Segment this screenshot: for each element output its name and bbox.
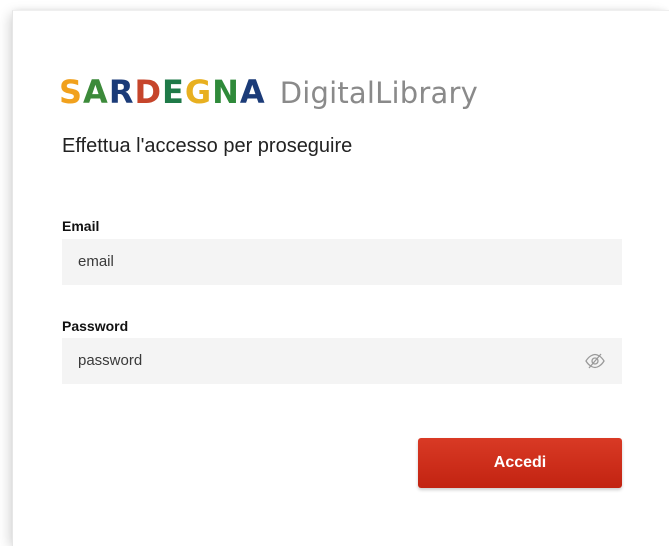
- password-field[interactable]: password: [62, 338, 622, 384]
- logo-letter: A: [239, 73, 266, 111]
- login-button[interactable]: Accedi: [418, 438, 622, 488]
- logo-letter: D: [134, 73, 163, 111]
- page: SARDEGNA DigitalLibrary Effettua l'acces…: [0, 0, 669, 546]
- email-field[interactable]: email: [62, 239, 622, 285]
- eye-off-icon[interactable]: [584, 351, 606, 371]
- logo-letter: N: [212, 73, 240, 111]
- email-label: Email: [62, 218, 100, 234]
- logo-subtitle: DigitalLibrary: [279, 76, 478, 110]
- logo-letter: S: [59, 73, 84, 111]
- site-logo: SARDEGNA DigitalLibrary: [59, 73, 478, 113]
- logo-wordmark: SARDEGNA: [59, 73, 266, 111]
- logo-letter: A: [83, 73, 109, 111]
- logo-letter: E: [162, 73, 185, 111]
- password-placeholder: password: [78, 352, 143, 369]
- page-subtitle: Effettua l'accesso per proseguire: [62, 135, 353, 157]
- logo-letter: G: [184, 73, 213, 111]
- email-placeholder: email: [78, 253, 114, 270]
- login-card: SARDEGNA DigitalLibrary Effettua l'acces…: [12, 10, 669, 546]
- logo-letter: R: [108, 73, 135, 111]
- password-label: Password: [62, 318, 129, 334]
